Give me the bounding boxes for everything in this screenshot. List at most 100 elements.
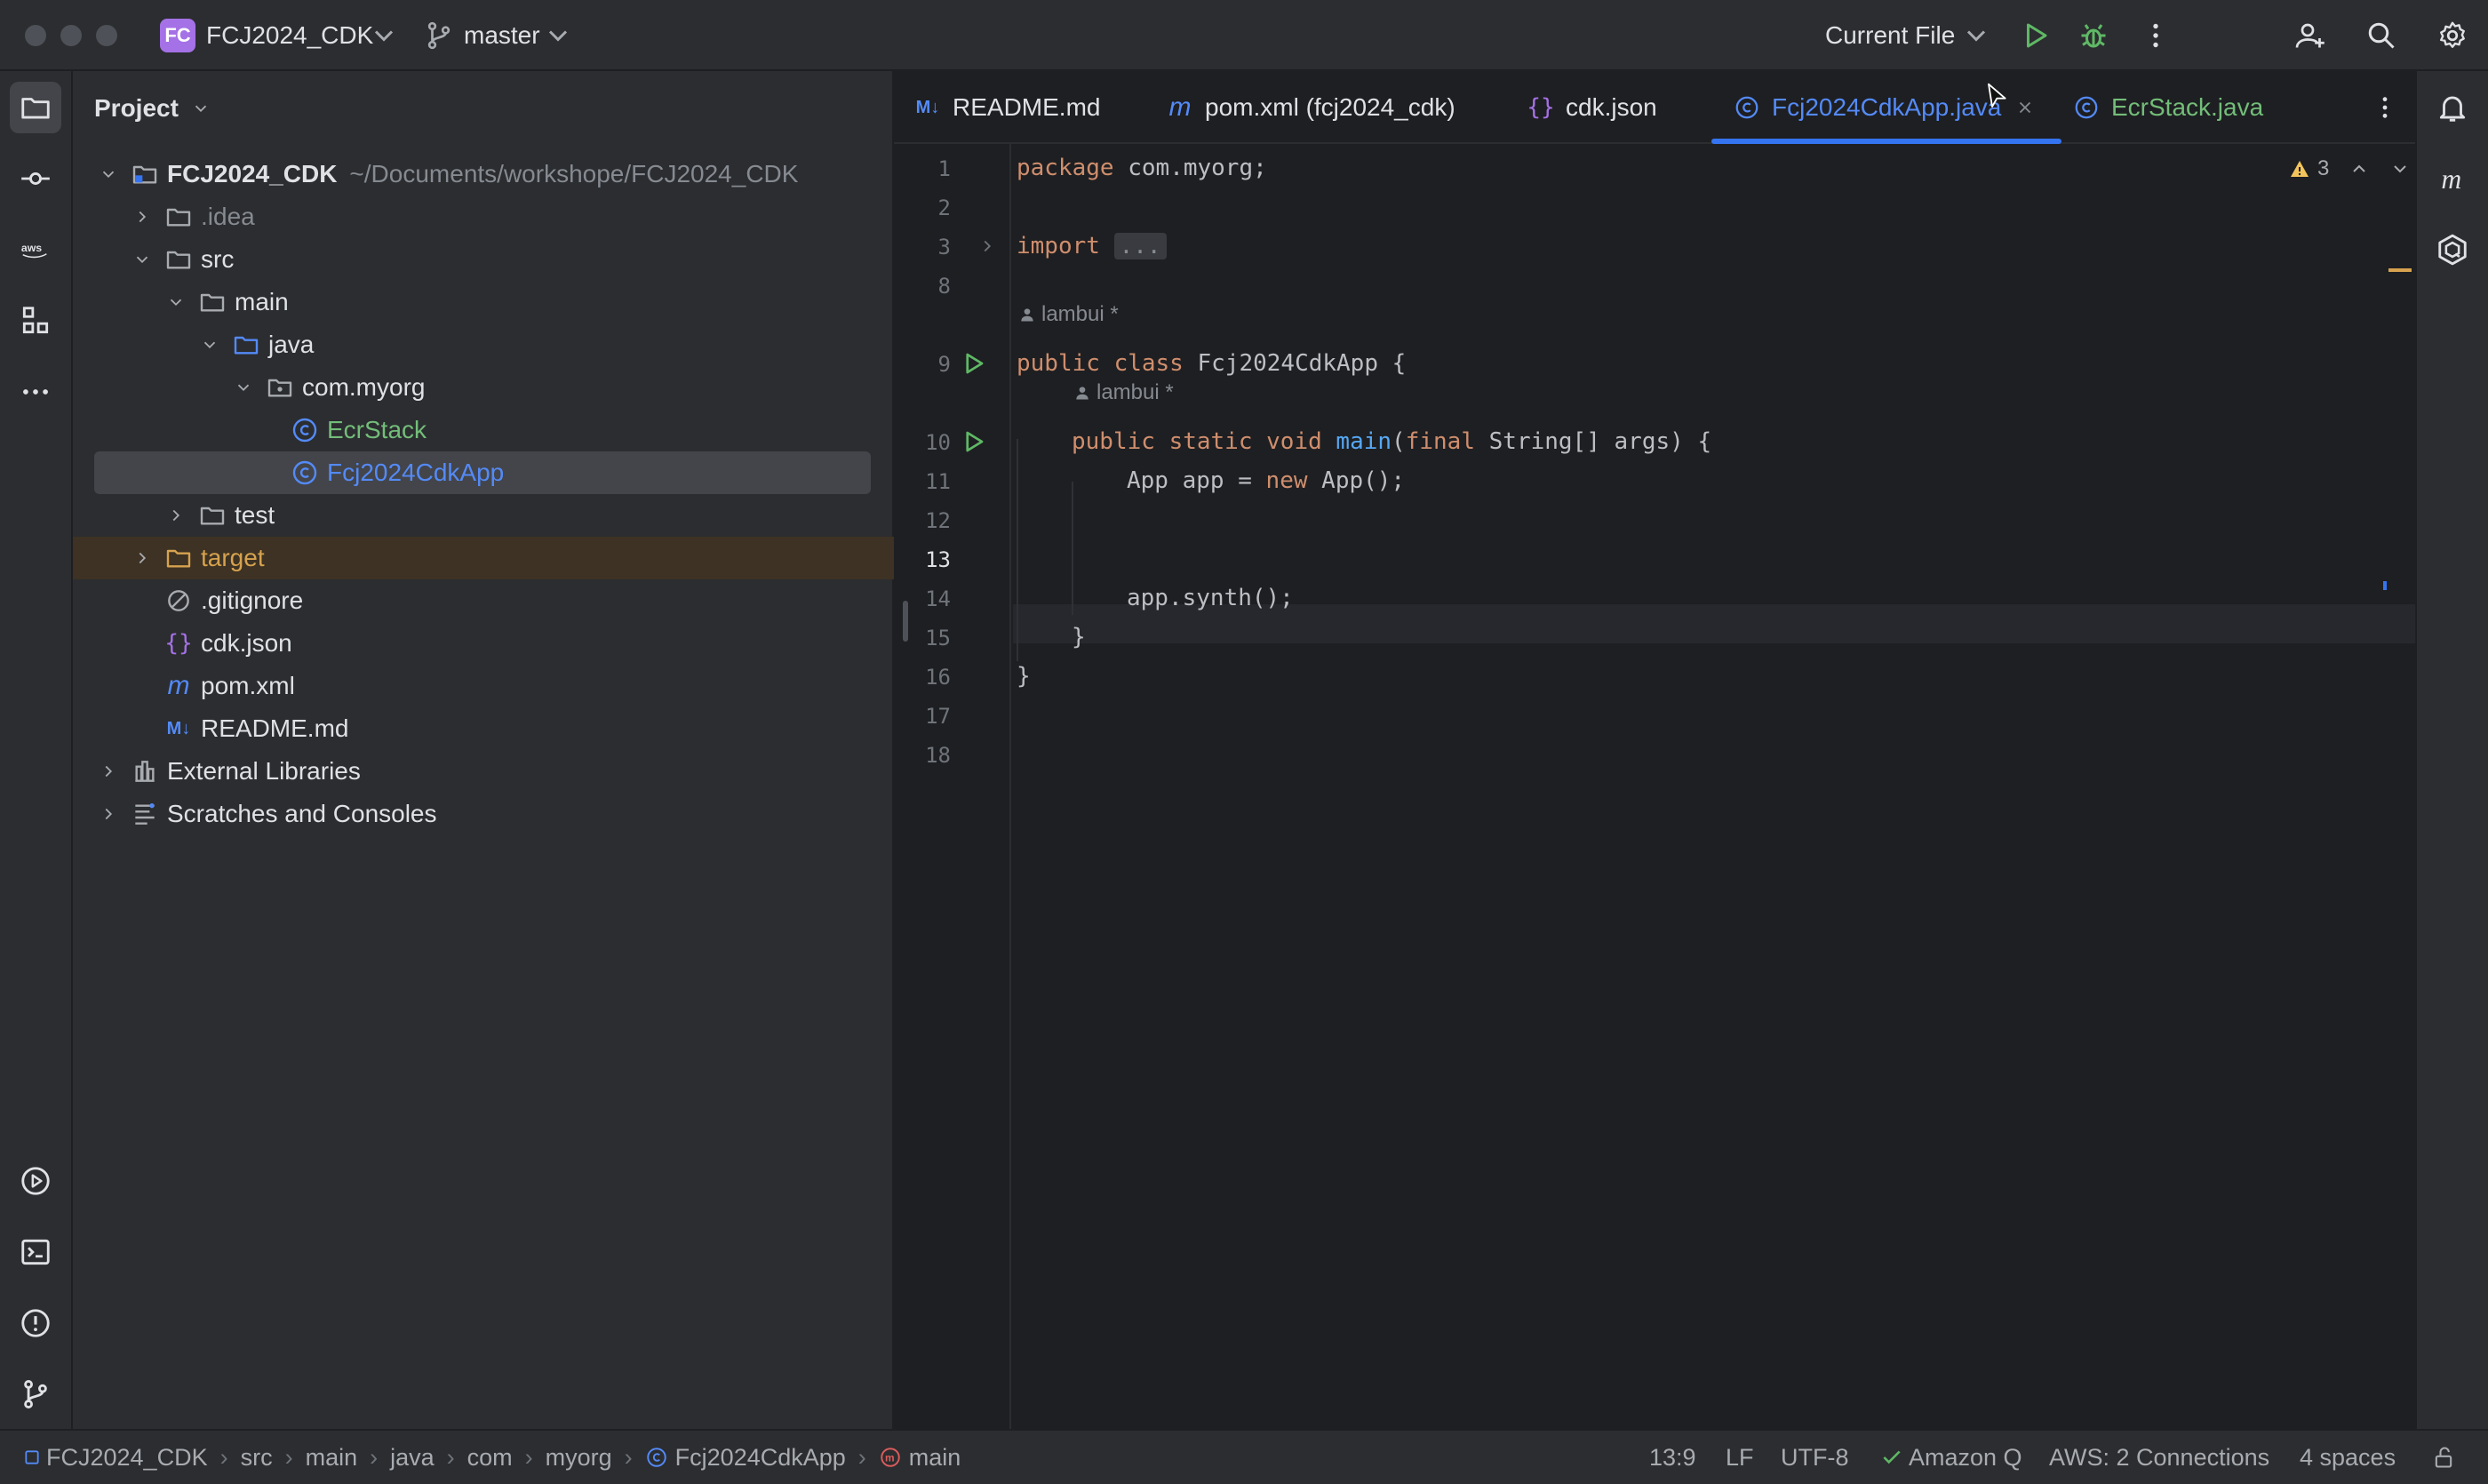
chevron-right-icon[interactable] xyxy=(130,204,155,229)
structure-tool-button[interactable] xyxy=(10,295,61,347)
tree-item-external-libraries[interactable]: External Libraries xyxy=(73,750,894,793)
problems-tool-button[interactable] xyxy=(10,1297,61,1349)
minimize-window-button[interactable] xyxy=(60,25,82,46)
breadcrumb-item[interactable]: Fcj2024CdkApp xyxy=(675,1444,846,1472)
line-number[interactable]: 3 xyxy=(894,235,951,259)
inspection-widget[interactable]: 3 xyxy=(2289,156,2411,181)
project-tool-button[interactable] xyxy=(10,82,61,133)
change-stripe-marker[interactable] xyxy=(2383,581,2387,590)
line-number[interactable]: 16 xyxy=(894,665,951,690)
tree-item-java[interactable]: java xyxy=(73,323,894,366)
line-number[interactable]: 18 xyxy=(894,743,951,768)
line-number[interactable]: 17 xyxy=(894,704,951,729)
amazon-q-status[interactable]: Amazon Q xyxy=(1880,1431,2022,1484)
tree-item-main[interactable]: main xyxy=(73,281,894,323)
tab-pom-xml[interactable]: m pom.xml (fcj2024_cdk) xyxy=(1166,71,1455,144)
maximize-window-button[interactable] xyxy=(96,25,117,46)
chevron-down-icon[interactable] xyxy=(130,247,155,272)
tree-item-fcj2024cdkapp[interactable]: Fcj2024CdkApp xyxy=(94,451,871,494)
code-line-14[interactable]: app.synth(); xyxy=(1127,585,1294,611)
tree-item-scratches[interactable]: Scratches and Consoles xyxy=(73,793,894,835)
line-number[interactable]: 12 xyxy=(894,508,951,533)
code-line-15[interactable]: } xyxy=(1072,624,1086,650)
author-inlay[interactable]: lambui * xyxy=(1073,380,1174,405)
more-actions-icon[interactable] xyxy=(2138,18,2173,53)
chevron-down-icon[interactable] xyxy=(2389,158,2411,180)
terminal-tool-button[interactable] xyxy=(10,1226,61,1278)
author-inlay[interactable]: lambui * xyxy=(1018,302,1119,327)
maven-tool-button[interactable]: m xyxy=(2427,153,2478,204)
fold-chevron-icon[interactable] xyxy=(977,236,997,260)
code-line-10[interactable]: public static void main(final String[] a… xyxy=(1072,428,1711,455)
run-gutter-icon[interactable] xyxy=(960,350,986,381)
indent-widget[interactable]: 4 spaces xyxy=(2300,1431,2396,1484)
line-number-current[interactable]: 13 xyxy=(894,547,951,572)
line-number[interactable]: 11 xyxy=(894,469,951,494)
breadcrumb-item[interactable]: java xyxy=(390,1444,435,1472)
read-only-toggle[interactable] xyxy=(2431,1431,2456,1484)
tree-item-project-root[interactable]: FCJ2024_CDK ~/Documents/workshope/FCJ202… xyxy=(73,153,894,195)
vcs-change-marker[interactable] xyxy=(903,601,908,642)
tab-actions-menu[interactable] xyxy=(2371,71,2399,144)
tree-item-gitignore[interactable]: .gitignore xyxy=(73,579,894,622)
close-tab-icon[interactable] xyxy=(2015,98,2035,117)
code-line-3[interactable]: import ... xyxy=(1017,233,1167,259)
chevron-down-icon[interactable] xyxy=(96,162,121,187)
tree-item-idea[interactable]: .idea xyxy=(73,195,894,238)
git-tool-button[interactable] xyxy=(10,1368,61,1420)
close-window-button[interactable] xyxy=(25,25,46,46)
breadcrumb-item[interactable]: com xyxy=(467,1444,513,1472)
chevron-down-icon[interactable] xyxy=(197,332,222,357)
chevron-right-icon[interactable] xyxy=(96,759,121,784)
chevron-down-icon[interactable] xyxy=(540,18,576,53)
services-tool-button[interactable] xyxy=(10,1155,61,1207)
caret-position[interactable]: 13:9 xyxy=(1649,1431,1696,1484)
code-line-16[interactable]: } xyxy=(1017,663,1031,690)
amazon-q-tool-button[interactable] xyxy=(2427,224,2478,275)
vcs-branch-widget[interactable]: master xyxy=(464,0,540,71)
run-gutter-icon[interactable] xyxy=(960,428,986,459)
notifications-tool-button[interactable] xyxy=(2427,82,2478,133)
panel-title[interactable]: Project xyxy=(94,94,211,124)
debug-icon[interactable] xyxy=(2076,18,2111,53)
chevron-down-icon[interactable] xyxy=(191,96,211,124)
chevron-right-icon[interactable] xyxy=(163,503,188,528)
code-line-1[interactable]: package com.myorg; xyxy=(1017,155,1267,181)
warning-stripe-marker[interactable] xyxy=(2388,268,2412,272)
tree-item-pom-xml[interactable]: m pom.xml xyxy=(73,665,894,707)
more-tools-button[interactable] xyxy=(10,366,61,418)
chevron-down-icon[interactable] xyxy=(163,290,188,315)
aws-connections-status[interactable]: AWS: 2 Connections xyxy=(2049,1431,2269,1484)
project-switcher[interactable]: FCJ2024_CDK xyxy=(206,0,373,71)
line-separator-widget[interactable]: LF xyxy=(1726,1431,1754,1484)
tree-item-test[interactable]: test xyxy=(73,494,894,537)
aws-toolkit-button[interactable]: aws xyxy=(10,224,61,275)
chevron-up-icon[interactable] xyxy=(2348,158,2370,180)
search-icon[interactable] xyxy=(2364,18,2399,53)
tree-item-ecrstack[interactable]: EcrStack xyxy=(73,409,894,451)
breadcrumb-item[interactable]: myorg xyxy=(546,1444,612,1472)
tab-ecrstack[interactable]: EcrStack.java xyxy=(2072,71,2263,144)
line-number[interactable]: 2 xyxy=(894,195,951,220)
tree-item-readme[interactable]: M↓ README.md xyxy=(73,707,894,750)
chevron-down-icon[interactable] xyxy=(1958,18,1994,53)
tree-item-src[interactable]: src xyxy=(73,238,894,281)
chevron-down-icon[interactable] xyxy=(366,18,402,53)
chevron-right-icon[interactable] xyxy=(130,546,155,570)
line-number[interactable]: 1 xyxy=(894,156,951,181)
line-number[interactable]: 10 xyxy=(894,430,951,455)
encoding-widget[interactable]: UTF-8 xyxy=(1781,1431,1849,1484)
code-line-9[interactable]: public class Fcj2024CdkApp { xyxy=(1017,350,1406,377)
tree-item-cdk-json[interactable]: {} cdk.json xyxy=(73,622,894,665)
project-badge[interactable]: FC xyxy=(160,19,195,52)
breadcrumb-item[interactable]: src xyxy=(241,1444,273,1472)
line-number[interactable]: 9 xyxy=(894,352,951,377)
commit-tool-button[interactable] xyxy=(10,153,61,204)
add-user-icon[interactable] xyxy=(2293,18,2328,53)
chevron-right-icon[interactable] xyxy=(96,802,121,826)
breadcrumb-item[interactable]: main xyxy=(909,1444,961,1472)
tree-item-package[interactable]: com.myorg xyxy=(73,366,894,409)
tab-readme[interactable]: M↓ README.md xyxy=(913,71,1101,144)
code-line-11[interactable]: App app = new App(); xyxy=(1127,467,1405,494)
run-configuration-selector[interactable]: Current File xyxy=(1825,0,1955,71)
